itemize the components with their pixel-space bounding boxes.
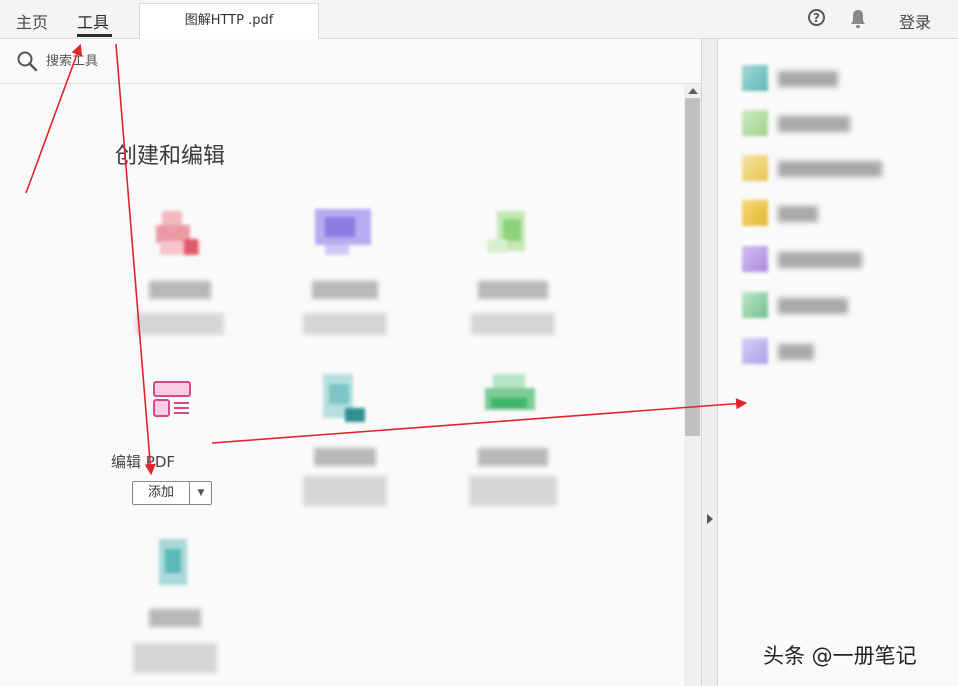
tool-item[interactable]: [428, 374, 598, 534]
search-bar: [0, 39, 701, 84]
tool-description: [469, 476, 557, 506]
tool-item[interactable]: [260, 209, 430, 369]
tool-description: [303, 313, 387, 335]
tool-item[interactable]: [90, 539, 260, 686]
right-panel-item-label: [778, 298, 848, 314]
add-dropdown-icon[interactable]: ▼: [190, 482, 212, 504]
scroll-up-arrow-icon[interactable]: [688, 88, 698, 94]
add-button[interactable]: 添加 ▼: [132, 481, 212, 505]
tool-description: [471, 313, 555, 335]
nav-tab-home[interactable]: 主页: [16, 9, 48, 33]
right-panel-item[interactable]: [742, 198, 942, 226]
right-panel-item-label: [778, 206, 818, 222]
tool-edit-pdf[interactable]: 编辑 PDF: [87, 379, 257, 539]
tool-description: [133, 643, 217, 673]
tool-description: [303, 476, 387, 506]
right-panel-item-label: [778, 344, 814, 360]
tool-icon: [483, 209, 543, 269]
collapse-right-arrow-icon[interactable]: [707, 514, 713, 524]
nav-tab-tools[interactable]: 工具: [77, 9, 109, 33]
tool-name-edit-pdf: 编辑 PDF: [111, 453, 175, 471]
tools-list: 创建和编辑 编辑 PDF 添加 ▼: [0, 84, 684, 686]
tool-item[interactable]: [428, 209, 598, 369]
top-bar: 主页 工具 图解HTTP .pdf ? 登录: [0, 0, 958, 39]
vertical-scrollbar[interactable]: [684, 84, 701, 686]
active-tab-indicator: [77, 34, 112, 37]
tool-name: [149, 609, 201, 627]
tool-name: [312, 281, 378, 299]
right-panel-item[interactable]: [742, 108, 942, 136]
document-tab[interactable]: 图解HTTP .pdf: [139, 3, 319, 39]
right-panel-item-label: [778, 161, 882, 177]
tool-icon: [315, 374, 375, 434]
login-link[interactable]: 登录: [899, 9, 931, 33]
right-panel-item[interactable]: [742, 244, 942, 272]
right-panel: [718, 39, 958, 686]
tool-name: [478, 281, 548, 299]
right-panel-item-label: [778, 116, 850, 132]
tool-item[interactable]: [95, 209, 265, 369]
scroll-thumb[interactable]: [685, 98, 700, 436]
tool-icon: [483, 374, 543, 434]
tool-icon: [742, 65, 768, 91]
tool-icon: [742, 338, 768, 364]
tool-name: [149, 281, 211, 299]
right-panel-item[interactable]: [742, 153, 942, 181]
search-icon: [17, 51, 38, 72]
tool-icon: [742, 292, 768, 318]
add-button-label[interactable]: 添加: [133, 482, 189, 504]
right-panel-item-label: [778, 252, 862, 268]
watermark: 头条 @一册笔记: [763, 644, 917, 668]
tool-icon: [742, 155, 768, 181]
tool-icon: [150, 209, 210, 269]
search-input[interactable]: [46, 49, 346, 73]
panel-collapse-strip[interactable]: [701, 39, 718, 686]
help-icon[interactable]: ?: [808, 9, 825, 26]
tool-description: [136, 313, 224, 335]
tool-icon: [742, 200, 768, 226]
section-title: 创建和编辑: [115, 144, 226, 169]
tool-icon: [742, 246, 768, 272]
tool-icon: [315, 209, 375, 269]
tool-name: [478, 448, 548, 466]
tool-item[interactable]: [260, 374, 430, 534]
right-panel-item[interactable]: [742, 336, 942, 364]
tool-icon: [145, 539, 205, 599]
right-panel-item[interactable]: [742, 63, 942, 91]
tool-name: [314, 448, 376, 466]
tool-icon: [742, 110, 768, 136]
right-panel-item-label: [778, 71, 838, 87]
right-panel-item[interactable]: [742, 290, 942, 318]
bell-icon[interactable]: [849, 9, 867, 29]
edit-pdf-icon: [153, 381, 191, 417]
